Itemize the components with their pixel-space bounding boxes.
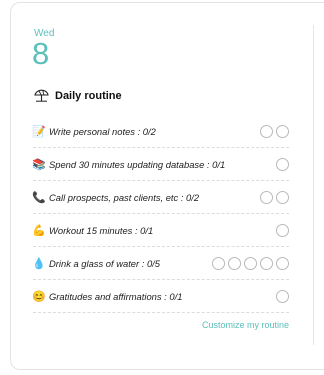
progress-checkbox[interactable] — [260, 124, 273, 138]
progress-checkbox[interactable] — [244, 256, 257, 270]
progress-checkbox[interactable] — [276, 223, 289, 237]
customize-routine-link[interactable]: Customize my routine — [202, 320, 289, 330]
routine-item-label: Call prospects, past clients, etc : 0/2 — [49, 191, 200, 203]
routine-header: Daily routine — [34, 89, 122, 102]
progress-checkboxes — [276, 289, 289, 303]
routine-item: 📚 Spend 30 minutes updating database : 0/… — [32, 148, 289, 181]
routine-item: 📝 Write personal notes : 0/2 — [32, 115, 289, 148]
progress-checkboxes — [260, 190, 289, 204]
routine-item: 💧 Drink a glass of water : 0/5 — [32, 247, 289, 280]
vertical-divider — [313, 25, 314, 345]
phone-icon: 📞 — [32, 191, 46, 204]
routine-title: Daily routine — [55, 89, 122, 102]
progress-checkbox[interactable] — [228, 256, 241, 270]
progress-checkbox[interactable] — [260, 256, 273, 270]
books-icon: 📚 — [32, 158, 46, 171]
memo-icon: 📝 — [32, 125, 46, 138]
progress-checkbox[interactable] — [260, 190, 273, 204]
progress-checkbox[interactable] — [212, 256, 225, 270]
progress-checkboxes — [276, 223, 289, 237]
routine-item: 📞 Call prospects, past clients, etc : 0/2 — [32, 181, 289, 214]
progress-checkboxes — [212, 256, 289, 270]
routine-item-label: Gratitudes and affirmations : 0/1 — [49, 290, 183, 302]
progress-checkbox[interactable] — [276, 124, 289, 138]
progress-checkbox[interactable] — [276, 190, 289, 204]
date-number: 8 — [32, 36, 50, 71]
routine-item-label: Workout 15 minutes : 0/1 — [49, 224, 154, 236]
progress-checkboxes — [276, 157, 289, 171]
routine-item: 💪 Workout 15 minutes : 0/1 — [32, 214, 289, 247]
routine-item: 😊 Gratitudes and affirmations : 0/1 — [32, 280, 289, 313]
droplet-icon: 💧 — [32, 257, 46, 270]
routine-list: 📝 Write personal notes : 0/2 📚 Spend 30 min… — [32, 115, 289, 313]
progress-checkbox[interactable] — [276, 289, 289, 303]
progress-checkboxes — [260, 124, 289, 138]
progress-checkbox[interactable] — [276, 256, 289, 270]
routine-item-label: Spend 30 minutes updating database : 0/1 — [49, 158, 226, 170]
beach-umbrella-icon — [34, 89, 49, 102]
routine-item-label: Drink a glass of water : 0/5 — [49, 257, 160, 269]
muscle-icon: 💪 — [32, 224, 46, 237]
routine-item-label: Write personal notes : 0/2 — [49, 125, 156, 137]
progress-checkbox[interactable] — [276, 157, 289, 171]
smile-icon: 😊 — [32, 290, 46, 303]
